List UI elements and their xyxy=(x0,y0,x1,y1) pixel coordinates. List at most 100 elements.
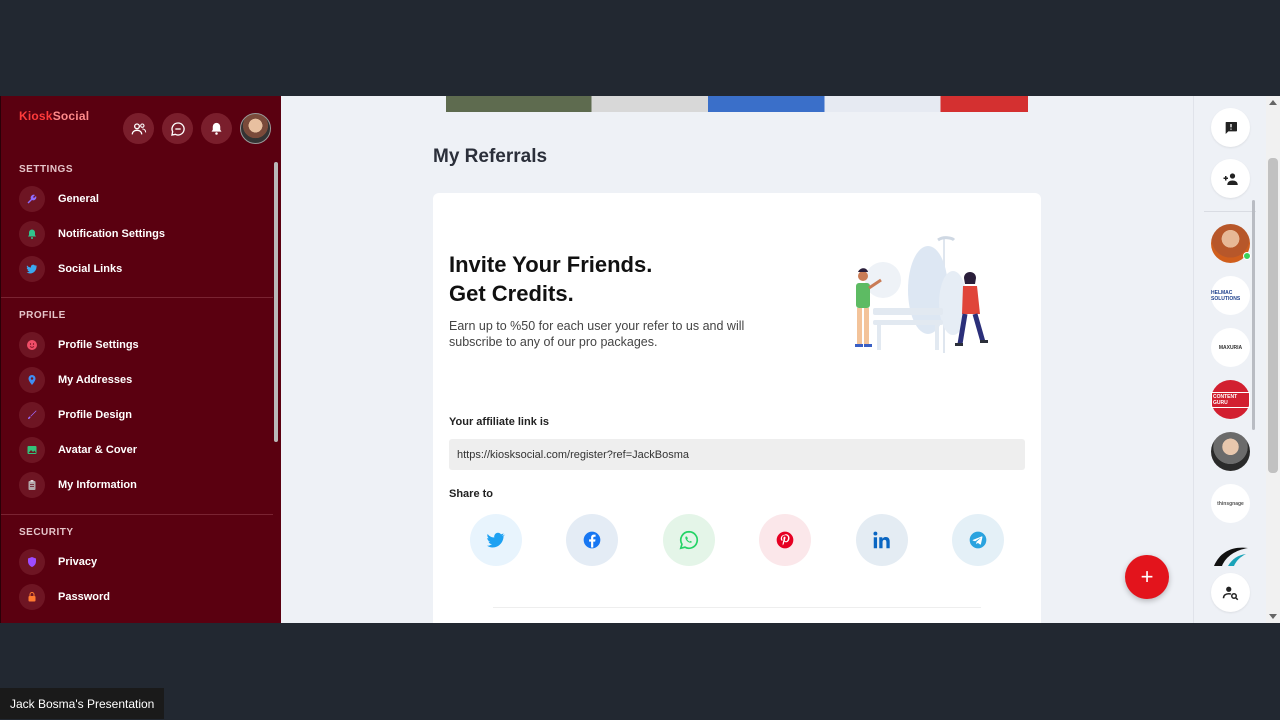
sidebar-item-label: General xyxy=(58,193,99,205)
facebook-icon xyxy=(584,531,601,549)
headline-line-2: Get Credits. xyxy=(449,281,574,306)
feedback-icon xyxy=(1225,121,1237,134)
sidebar-item-password[interactable]: Password xyxy=(19,582,110,612)
sidebar-item-general[interactable]: General xyxy=(19,184,99,214)
sidebar-item-label: Notification Settings xyxy=(58,228,165,240)
sidebar-item-my-information[interactable]: My Information xyxy=(19,470,137,500)
referral-description: Earn up to %50 for each user your refer … xyxy=(449,319,745,349)
rail-scrollbar[interactable] xyxy=(1252,200,1255,430)
swoosh-logo-icon xyxy=(1213,547,1248,566)
bell-icon xyxy=(19,221,45,247)
company-logo-text: MAXURIA xyxy=(1218,344,1243,351)
scroll-down-arrow-icon[interactable] xyxy=(1269,614,1277,619)
kiosk-social-logo[interactable]: KioskSocial xyxy=(19,109,89,123)
sidebar-item-notification-settings[interactable]: Notification Settings xyxy=(19,219,165,249)
page-title: My Referrals xyxy=(433,146,548,167)
company-logo-text: HELMAC SOLUTIONS xyxy=(1211,289,1241,302)
contact-avatar-contentguru[interactable]: CONTENT GURU xyxy=(1211,380,1250,419)
clipboard-icon xyxy=(19,472,45,498)
user-search-icon xyxy=(1222,586,1238,600)
user-avatar[interactable] xyxy=(240,113,271,144)
contact-avatar-thinsgnage[interactable]: thinsgnage xyxy=(1211,484,1250,523)
image-icon xyxy=(19,437,45,463)
logo-text-social: Social xyxy=(52,109,90,123)
sidebar-item-privacy[interactable]: Privacy xyxy=(19,547,97,577)
plus-icon: + xyxy=(1140,564,1154,589)
company-logo-text: CONTENT GURU xyxy=(1211,391,1250,408)
section-security: SECURITY xyxy=(19,527,74,538)
headline-line-1: Invite Your Friends. xyxy=(449,252,653,277)
company-logo-text: thinsgnage xyxy=(1217,500,1244,507)
sidebar-item-social-links[interactable]: Social Links xyxy=(19,254,122,284)
card-divider xyxy=(493,607,981,608)
sidebar-item-label: Password xyxy=(58,591,110,603)
section-settings: SETTINGS xyxy=(19,164,74,175)
location-pin-icon xyxy=(19,367,45,393)
contact-avatar-maxuria[interactable]: MAXURIA xyxy=(1211,328,1250,367)
wrench-icon xyxy=(19,186,45,212)
face-icon xyxy=(19,332,45,358)
contact-avatar-helmac[interactable]: HELMAC SOLUTIONS xyxy=(1211,276,1250,315)
rail-divider xyxy=(1204,211,1256,212)
add-people-icon xyxy=(1223,172,1238,185)
page-scrollbar[interactable] xyxy=(1266,96,1280,623)
lock-icon xyxy=(19,584,45,610)
online-status-dot xyxy=(1243,252,1251,260)
shield-icon xyxy=(19,549,45,575)
contact-avatar-swoosh[interactable] xyxy=(1211,536,1250,575)
share-telegram-button[interactable] xyxy=(951,514,1004,566)
share-linkedin-button[interactable] xyxy=(855,514,908,566)
main-content: My Referrals Invite Your Friends. Get Cr… xyxy=(281,96,1193,623)
sidebar-scrollbar[interactable] xyxy=(274,162,278,442)
pinterest-icon xyxy=(776,531,794,549)
bell-icon[interactable] xyxy=(201,113,232,144)
invite-headline: Invite Your Friends. Get Credits. xyxy=(449,250,652,308)
feedback-button[interactable] xyxy=(1211,108,1250,147)
right-rail: HELMAC SOLUTIONS MAXURIA CONTENT GURU th… xyxy=(1193,96,1266,623)
twitter-icon xyxy=(486,532,506,548)
header-icons xyxy=(123,113,271,144)
scroll-thumb[interactable] xyxy=(1268,158,1278,473)
sidebar-item-label: Avatar & Cover xyxy=(58,444,138,456)
logo-text-kiosk: Kiosk xyxy=(19,109,53,123)
app-window: KioskSocial SETTINGS General Notificatio… xyxy=(0,96,1280,623)
sidebar-divider xyxy=(1,297,273,298)
telegram-icon xyxy=(969,531,987,549)
share-twitter-button[interactable] xyxy=(470,514,522,566)
scroll-up-arrow-icon[interactable] xyxy=(1269,100,1277,105)
sidebar-item-avatar-cover[interactable]: Avatar & Cover xyxy=(19,435,137,465)
sidebar-item-label: Profile Settings xyxy=(58,339,139,351)
messages-icon[interactable] xyxy=(162,113,193,144)
settings-sidebar: KioskSocial SETTINGS General Notificatio… xyxy=(0,96,281,623)
brush-icon xyxy=(19,402,45,428)
share-facebook-button[interactable] xyxy=(566,514,619,566)
ad-banner[interactable] xyxy=(446,96,1028,112)
sidebar-item-label: Privacy xyxy=(58,556,98,568)
affiliate-link-label: Your affiliate link is xyxy=(449,416,550,428)
sidebar-divider xyxy=(1,514,273,515)
sidebar-item-label: My Addresses xyxy=(58,374,133,386)
twitter-icon xyxy=(19,256,45,282)
contact-avatar[interactable] xyxy=(1211,224,1251,263)
sidebar-item-profile-design[interactable]: Profile Design xyxy=(19,400,132,430)
invite-friends-illustration xyxy=(855,236,988,353)
contact-avatar[interactable] xyxy=(1211,432,1250,471)
add-friend-button[interactable] xyxy=(1211,159,1250,198)
friends-icon[interactable] xyxy=(123,113,154,144)
share-to-label: Share to xyxy=(449,488,494,500)
section-profile: PROFILE xyxy=(19,310,66,321)
sidebar-item-my-addresses[interactable]: My Addresses xyxy=(19,365,132,395)
referral-card: Invite Your Friends. Get Credits. Earn u… xyxy=(433,193,1041,623)
create-post-fab[interactable]: + xyxy=(1125,555,1169,599)
linkedin-icon xyxy=(873,531,890,549)
sidebar-item-profile-settings[interactable]: Profile Settings xyxy=(19,330,139,360)
whatsapp-icon xyxy=(679,530,698,550)
sidebar-item-label: My Information xyxy=(58,479,137,491)
share-whatsapp-button[interactable] xyxy=(662,514,715,566)
share-pinterest-button[interactable] xyxy=(759,514,812,566)
find-user-button[interactable] xyxy=(1211,573,1250,612)
sidebar-item-label: Social Links xyxy=(58,263,123,275)
share-buttons xyxy=(470,514,1004,566)
affiliate-link-field[interactable]: https://kiosksocial.com/register?ref=Jac… xyxy=(449,439,1025,470)
sidebar-item-label: Profile Design xyxy=(58,409,132,421)
